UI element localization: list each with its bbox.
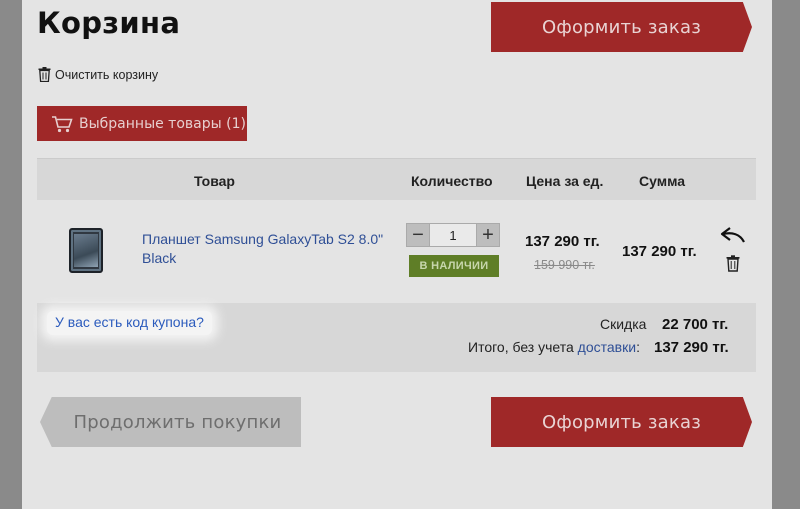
clear-cart-label: Очистить корзину xyxy=(55,67,159,82)
discount-label: Скидка xyxy=(600,316,647,332)
quantity-stepper: − 1 + xyxy=(406,223,500,247)
column-header-product: Товар xyxy=(194,173,235,189)
unit-price: 137 290 тг. xyxy=(525,233,600,250)
remove-item-icon[interactable] xyxy=(726,255,740,272)
stock-badge: В НАЛИЧИИ xyxy=(409,255,499,277)
table-row: Планшет Samsung GalaxyTab S2 8.0" Black … xyxy=(37,200,756,303)
coupon-link[interactable]: У вас есть код купона? xyxy=(55,314,204,330)
quantity-decrease-button[interactable]: − xyxy=(406,223,430,247)
total-value: 137 290 тг. xyxy=(654,339,729,356)
cart-page: Корзина Оформить заказ Очистить корзину … xyxy=(22,0,772,509)
column-header-price: Цена за ед. xyxy=(526,173,604,189)
checkout-button-bottom[interactable]: Оформить заказ xyxy=(491,397,752,447)
coupon-highlight: У вас есть код купона? xyxy=(47,311,212,335)
continue-shopping-button[interactable]: Продолжить покупки xyxy=(40,397,301,447)
favorites-label: Выбранные товары (1) xyxy=(79,115,246,132)
cart-table: Товар Количество Цена за ед. Сумма Планш… xyxy=(37,158,756,303)
cart-summary: У вас есть код купона? Скидка 22 700 тг.… xyxy=(37,303,756,372)
discount-value: 22 700 тг. xyxy=(662,316,729,333)
cart-icon xyxy=(52,115,73,132)
clear-cart-button[interactable]: Очистить корзину xyxy=(38,67,158,82)
quantity-increase-button[interactable]: + xyxy=(476,223,500,247)
delivery-link[interactable]: доставки xyxy=(578,339,636,355)
product-link[interactable]: Планшет Samsung GalaxyTab S2 8.0" Black xyxy=(142,230,402,268)
favorites-button[interactable]: Выбранные товары (1) xyxy=(37,106,247,141)
page-title: Корзина xyxy=(37,6,181,40)
table-header: Товар Количество Цена за ед. Сумма xyxy=(37,158,756,200)
total-label-text: Итого, без учета xyxy=(468,339,578,355)
column-header-quantity: Количество xyxy=(411,173,493,189)
trash-icon xyxy=(38,67,51,82)
row-sum: 137 290 тг. xyxy=(622,243,697,260)
old-price: 159 990 тг. xyxy=(534,258,595,272)
product-image[interactable] xyxy=(69,228,103,273)
column-header-sum: Сумма xyxy=(639,173,686,189)
checkout-button-top[interactable]: Оформить заказ xyxy=(491,2,752,52)
undo-icon[interactable] xyxy=(720,226,746,244)
total-colon: : xyxy=(636,339,640,355)
quantity-input[interactable]: 1 xyxy=(430,223,476,247)
total-label: Итого, без учета доставки: xyxy=(468,339,640,355)
